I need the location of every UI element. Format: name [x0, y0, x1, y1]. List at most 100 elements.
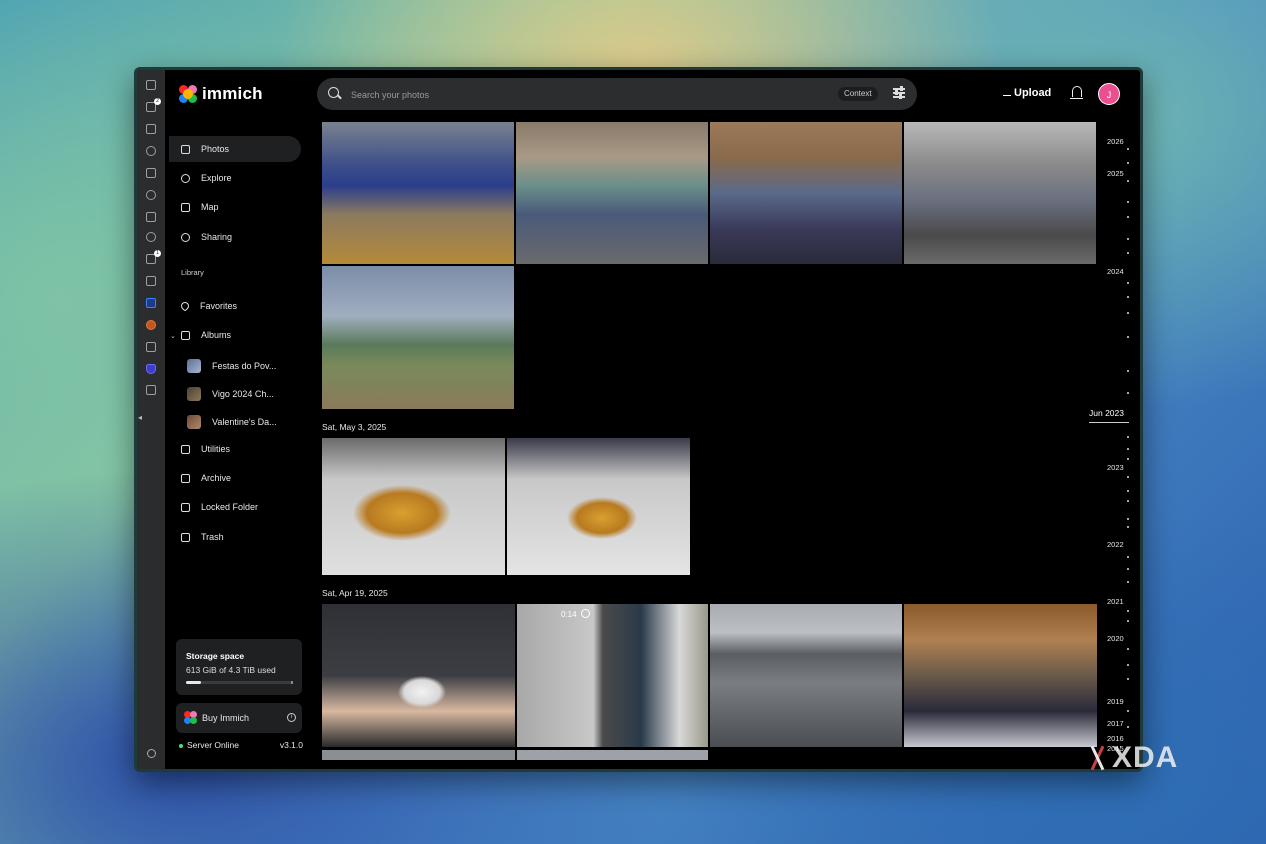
photo-thumbnail[interactable]: [904, 122, 1096, 264]
timeline-year[interactable]: 2021: [1107, 597, 1124, 606]
play-icon: [581, 609, 590, 618]
timeline-year[interactable]: 2023: [1107, 463, 1124, 472]
sidebar-item-favorites[interactable]: Favorites: [169, 293, 301, 319]
immich-logo-icon: [179, 85, 197, 103]
photo-thumbnail[interactable]: [904, 604, 1097, 747]
notifications-bell-icon[interactable]: [1070, 86, 1083, 99]
timeline-year[interactable]: 2025: [1107, 169, 1124, 178]
photo-thumbnail[interactable]: [322, 266, 514, 409]
info-icon[interactable]: i: [287, 713, 296, 722]
timeline-tick: [1127, 312, 1129, 314]
archive-icon: [181, 473, 190, 483]
user-avatar[interactable]: J: [1098, 83, 1120, 105]
server-status: Server Online v3.1.0: [179, 740, 303, 750]
video-thumbnail[interactable]: 0:14: [517, 604, 708, 747]
timeline-year[interactable]: 2017: [1107, 719, 1124, 728]
notes-icon[interactable]: [146, 168, 156, 178]
sidebar-item-sharing[interactable]: Sharing: [169, 224, 301, 250]
timeline-tick: [1127, 710, 1129, 712]
photo-thumbnail[interactable]: [710, 122, 902, 264]
timeline-tick: [1127, 296, 1129, 298]
timeline-year[interactable]: 2022: [1107, 540, 1124, 549]
reader-icon[interactable]: [146, 212, 156, 222]
app-logo[interactable]: immich: [179, 84, 263, 104]
timeline-tick: [1127, 678, 1129, 680]
album-icon: [181, 330, 190, 340]
timeline-tick: [1127, 568, 1129, 570]
heart-icon: [179, 300, 191, 312]
lock-icon: [181, 502, 190, 512]
sidebar-item-trash[interactable]: Trash: [169, 524, 301, 550]
panel-icon[interactable]: [146, 342, 156, 352]
timeline-tick: [1127, 620, 1129, 622]
photo-thumbnail[interactable]: [322, 750, 515, 760]
sidebar-item-map[interactable]: Map: [169, 194, 301, 220]
map-icon: [181, 202, 190, 212]
search-bar[interactable]: Context: [317, 78, 917, 110]
collapse-arrow-icon[interactable]: ◂: [138, 413, 142, 422]
photo-thumbnail[interactable]: [710, 604, 902, 747]
album-item[interactable]: Valentine's Da...: [187, 412, 277, 432]
photos-icon: [181, 144, 190, 154]
server-version: v3.1.0: [279, 740, 303, 750]
context-search-toggle[interactable]: Context: [838, 87, 878, 101]
timeline-tick: [1127, 518, 1129, 520]
photo-thumbnail[interactable]: [322, 122, 514, 264]
sidebar-item-utilities[interactable]: Utilities: [169, 436, 301, 462]
timeline-tick: [1127, 726, 1129, 728]
timeline-year[interactable]: 2019: [1107, 697, 1124, 706]
mail-badge: 1: [154, 250, 161, 257]
add-panel-icon[interactable]: [146, 385, 156, 395]
timeline-tick: [1127, 648, 1129, 650]
album-thumbnail: [187, 359, 201, 373]
date-group-label[interactable]: Sat, May 3, 2025: [322, 422, 386, 432]
photo-thumbnail[interactable]: [322, 604, 515, 747]
photo-thumbnail[interactable]: [507, 438, 690, 575]
download-icon[interactable]: [146, 124, 156, 134]
timeline-year[interactable]: 2026: [1107, 137, 1124, 146]
bitwarden-icon[interactable]: [146, 364, 156, 374]
calendar-icon[interactable]: [146, 276, 156, 286]
date-group-label[interactable]: Sat, Apr 19, 2025: [322, 588, 388, 598]
timeline-year[interactable]: 2024: [1107, 267, 1124, 276]
sidebar-item-albums[interactable]: Albums: [169, 322, 301, 348]
tabs-badge: 2: [154, 98, 161, 105]
timeline-current-position: Jun 2023: [1089, 408, 1124, 418]
buy-immich-button[interactable]: Buy Immich i: [176, 703, 302, 733]
timeline-tick: [1127, 370, 1129, 372]
settings-gear-icon[interactable]: [147, 749, 156, 758]
photo-thumbnail[interactable]: [516, 122, 708, 264]
reddit-icon[interactable]: [146, 320, 156, 330]
timeline-tick: [1127, 610, 1129, 612]
storage-title: Storage space: [186, 651, 245, 661]
timeline-tick: [1127, 556, 1129, 558]
bookmark-icon[interactable]: [146, 80, 156, 90]
photo-thumbnail[interactable]: [322, 438, 505, 575]
bluesky-icon[interactable]: [146, 298, 156, 308]
timeline-tick: [1127, 148, 1129, 150]
timeline-tick: [1127, 436, 1129, 438]
timeline-tick: [1127, 500, 1129, 502]
upload-icon: [1003, 87, 1011, 96]
album-thumbnail: [187, 387, 201, 401]
ai-icon[interactable]: [146, 190, 156, 200]
sidebar-item-photos[interactable]: Photos: [169, 136, 301, 162]
timeline-tick: [1127, 392, 1129, 394]
upload-button[interactable]: Upload: [1003, 87, 1051, 99]
search-input[interactable]: [349, 86, 813, 104]
album-thumbnail: [187, 415, 201, 429]
history-icon[interactable]: [146, 146, 156, 156]
sidebar-item-explore[interactable]: Explore: [169, 165, 301, 191]
timeline-year[interactable]: 2020: [1107, 634, 1124, 643]
browser-sidebar-rail: 2 1 ◂: [137, 70, 165, 769]
sidebar-item-locked-folder[interactable]: Locked Folder: [169, 494, 301, 520]
album-item[interactable]: Festas do Pov...: [187, 356, 276, 376]
album-item[interactable]: Vigo 2024 Ch...: [187, 384, 274, 404]
chat-icon[interactable]: [146, 232, 156, 242]
sidebar-item-archive[interactable]: Archive: [169, 465, 301, 491]
photo-thumbnail[interactable]: [517, 750, 708, 760]
timeline-tick: [1127, 526, 1129, 528]
storage-bar-fill: [186, 681, 201, 684]
status-dot: [179, 743, 183, 748]
search-filters-icon[interactable]: [893, 86, 905, 99]
